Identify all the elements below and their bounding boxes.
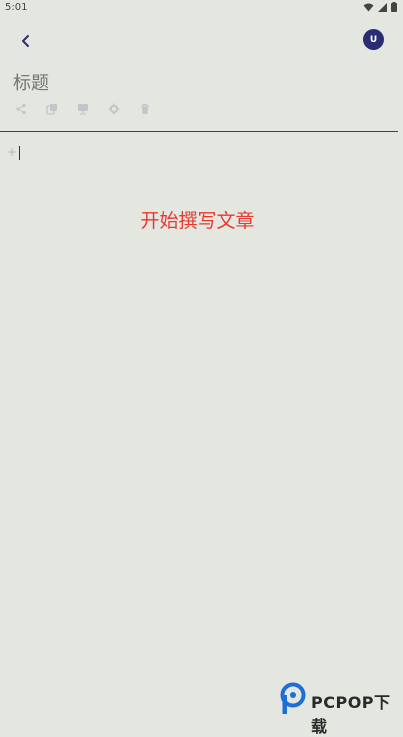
pcpop-logo-icon [280, 682, 306, 714]
avatar-initial: U [369, 34, 378, 45]
battery-icon [391, 2, 397, 12]
start-writing-hint: 开始撰写文章 [140, 210, 255, 232]
preview-icon[interactable] [77, 103, 89, 115]
share-icon[interactable] [15, 103, 27, 115]
signal-icon [378, 2, 387, 12]
back-button[interactable] [14, 29, 38, 53]
copy-icon[interactable] [46, 103, 58, 115]
status-time: 5:01 [5, 2, 28, 13]
avatar[interactable]: U [363, 29, 384, 50]
status-bar: 5:01 [0, 0, 403, 16]
editor-toolbar [15, 103, 151, 115]
brand-watermark-text: PCPOP下载 [311, 693, 391, 736]
title-input[interactable] [13, 70, 383, 96]
wifi-icon [363, 3, 374, 11]
brand-watermark: PCPOP下载 [279, 682, 401, 736]
title-divider [0, 131, 398, 132]
settings-icon[interactable] [108, 103, 120, 115]
chevron-left-icon [22, 35, 29, 47]
status-icons [363, 2, 397, 12]
delete-icon[interactable] [139, 103, 151, 115]
add-block-button[interactable]: + [7, 145, 17, 159]
text-cursor [19, 146, 20, 160]
